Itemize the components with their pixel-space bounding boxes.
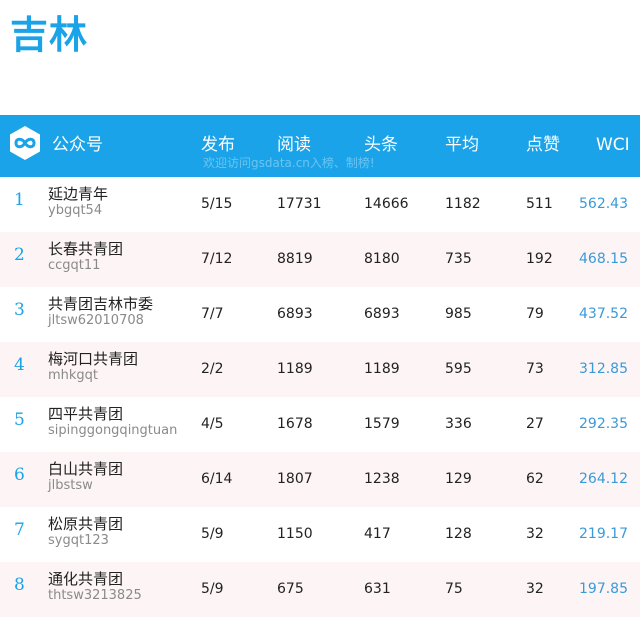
watermark-text: 欢迎访问gsdata.cn入榜、制榜! bbox=[203, 156, 375, 170]
wci-score: 292.35 bbox=[579, 416, 628, 432]
average-read-count: 1182 bbox=[445, 196, 481, 212]
like-count: 32 bbox=[526, 581, 544, 597]
page-title: 吉林 bbox=[10, 13, 89, 57]
account-name: 通化共青团 bbox=[48, 570, 124, 588]
account-id: jlbstsw bbox=[48, 478, 93, 493]
rank-number: 3 bbox=[14, 300, 25, 320]
publish-count: 5/9 bbox=[201, 581, 224, 597]
wci-score: 312.85 bbox=[579, 361, 628, 377]
header-account: 公众号 bbox=[52, 135, 103, 155]
header-wci: WCI bbox=[596, 135, 630, 155]
average-read-count: 595 bbox=[445, 361, 472, 377]
wci-score: 468.15 bbox=[579, 251, 628, 267]
rank-number: 7 bbox=[14, 520, 25, 540]
average-read-count: 985 bbox=[445, 306, 472, 322]
account-name: 白山共青团 bbox=[48, 460, 124, 478]
header-like: 点赞 bbox=[526, 135, 560, 155]
account-name: 延边青年 bbox=[48, 185, 109, 203]
publish-count: 6/14 bbox=[201, 471, 233, 487]
account-id: thtsw3213825 bbox=[48, 588, 142, 603]
header-publish: 发布 bbox=[201, 135, 235, 155]
gsdata-infinity-logo-icon bbox=[10, 126, 40, 160]
account-name: 长春共青团 bbox=[48, 240, 124, 258]
account-id: sipinggongqingtuan bbox=[48, 423, 178, 438]
average-read-count: 336 bbox=[445, 416, 472, 432]
publish-count: 4/5 bbox=[201, 416, 224, 432]
like-count: 27 bbox=[526, 416, 544, 432]
read-count: 6893 bbox=[277, 306, 313, 322]
publish-count: 7/7 bbox=[201, 306, 224, 322]
table-row: 8 通化共青团 thtsw3213825 5/9 675 631 75 32 1… bbox=[0, 562, 640, 617]
rank-number: 8 bbox=[14, 575, 25, 595]
headline-read-count: 6893 bbox=[364, 306, 400, 322]
table-row: 1 延边青年 ybgqt54 5/15 17731 14666 1182 511… bbox=[0, 177, 640, 232]
headline-read-count: 14666 bbox=[364, 196, 409, 212]
publish-count: 5/15 bbox=[201, 196, 233, 212]
rank-number: 4 bbox=[14, 355, 25, 375]
account-name: 共青团吉林市委 bbox=[48, 295, 154, 313]
header-read: 阅读 bbox=[277, 135, 311, 155]
wci-score: 219.17 bbox=[579, 526, 628, 542]
read-count: 1189 bbox=[277, 361, 313, 377]
wci-score: 264.12 bbox=[579, 471, 628, 487]
publish-count: 2/2 bbox=[201, 361, 224, 377]
account-id: ybgqt54 bbox=[48, 203, 103, 218]
read-count: 1807 bbox=[277, 471, 313, 487]
like-count: 192 bbox=[526, 251, 553, 267]
rank-number: 2 bbox=[14, 245, 25, 265]
like-count: 73 bbox=[526, 361, 544, 377]
average-read-count: 735 bbox=[445, 251, 472, 267]
headline-read-count: 1579 bbox=[364, 416, 400, 432]
wci-score: 197.85 bbox=[579, 581, 628, 597]
average-read-count: 129 bbox=[445, 471, 472, 487]
publish-count: 7/12 bbox=[201, 251, 233, 267]
headline-read-count: 8180 bbox=[364, 251, 400, 267]
table-row: 4 梅河口共青团 mhkgqt 2/2 1189 1189 595 73 312… bbox=[0, 342, 640, 397]
table-row: 3 共青团吉林市委 jltsw62010708 7/7 6893 6893 98… bbox=[0, 287, 640, 342]
headline-read-count: 417 bbox=[364, 526, 391, 542]
rank-number: 1 bbox=[14, 190, 25, 210]
account-name: 四平共青团 bbox=[48, 405, 124, 423]
table-row: 5 四平共青团 sipinggongqingtuan 4/5 1678 1579… bbox=[0, 397, 640, 452]
header-average: 平均 bbox=[445, 135, 479, 155]
account-id: mhkgqt bbox=[48, 368, 99, 383]
table-header: 公众号 发布 阅读 头条 平均 点赞 WCI 欢迎访问gsdata.cn入榜、制… bbox=[0, 115, 640, 177]
table-row: 6 白山共青团 jlbstsw 6/14 1807 1238 129 62 26… bbox=[0, 452, 640, 507]
headline-read-count: 1238 bbox=[364, 471, 400, 487]
rank-number: 6 bbox=[14, 465, 25, 485]
headline-read-count: 1189 bbox=[364, 361, 400, 377]
account-name: 梅河口共青团 bbox=[48, 350, 139, 368]
read-count: 675 bbox=[277, 581, 304, 597]
publish-count: 5/9 bbox=[201, 526, 224, 542]
headline-read-count: 631 bbox=[364, 581, 391, 597]
wci-score: 437.52 bbox=[579, 306, 628, 322]
account-id: sygqt123 bbox=[48, 533, 109, 548]
like-count: 62 bbox=[526, 471, 544, 487]
account-name: 松原共青团 bbox=[48, 515, 124, 533]
table-row: 7 松原共青团 sygqt123 5/9 1150 417 128 32 219… bbox=[0, 507, 640, 562]
like-count: 32 bbox=[526, 526, 544, 542]
like-count: 511 bbox=[526, 196, 553, 212]
read-count: 8819 bbox=[277, 251, 313, 267]
read-count: 1150 bbox=[277, 526, 313, 542]
rank-number: 5 bbox=[14, 410, 25, 430]
like-count: 79 bbox=[526, 306, 544, 322]
read-count: 1678 bbox=[277, 416, 313, 432]
account-id: ccgqt11 bbox=[48, 258, 101, 273]
account-id: jltsw62010708 bbox=[48, 313, 144, 328]
read-count: 17731 bbox=[277, 196, 322, 212]
average-read-count: 128 bbox=[445, 526, 472, 542]
wci-score: 562.43 bbox=[579, 196, 628, 212]
average-read-count: 75 bbox=[445, 581, 463, 597]
header-headline: 头条 bbox=[364, 135, 398, 155]
table-row: 2 长春共青团 ccgqt11 7/12 8819 8180 735 192 4… bbox=[0, 232, 640, 287]
ranking-table-body: 1 延边青年 ybgqt54 5/15 17731 14666 1182 511… bbox=[0, 177, 640, 617]
